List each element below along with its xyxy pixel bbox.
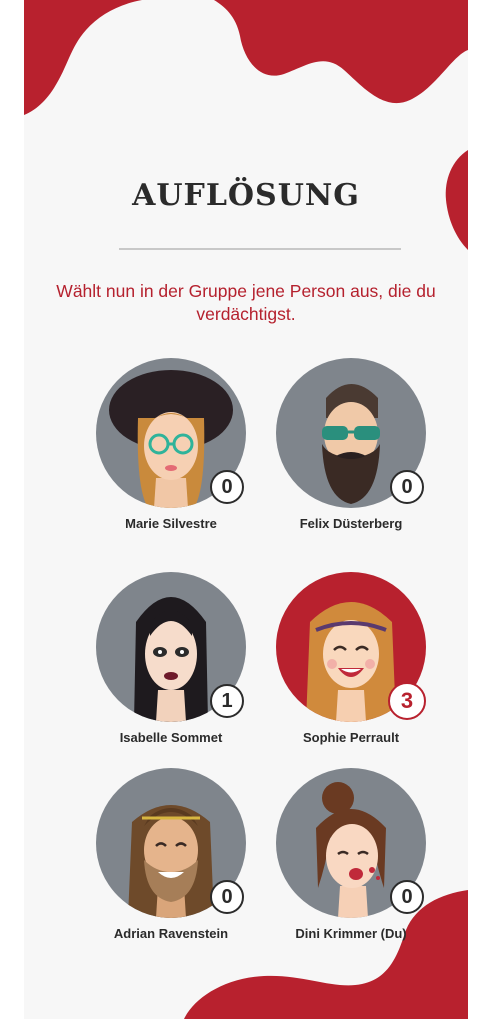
red-blob-top-right [214, 0, 468, 104]
player-name: Dini Krimmer (Du) [295, 926, 407, 941]
vote-count-badge: 0 [390, 880, 424, 914]
player-name: Sophie Perrault [302, 730, 400, 745]
page-title: AUFLÖSUNG [132, 178, 360, 213]
vote-count-badge: 0 [390, 470, 424, 504]
vote-count-badge: 1 [210, 684, 244, 718]
game-screen: AUFLÖSUNG Wählt nun in der Gruppe jene P… [24, 0, 468, 1019]
player-card-felix-duesterberg[interactable]: 0 Felix Düsterberg [264, 358, 434, 538]
player-name: Isabelle Sommet [119, 730, 223, 745]
player-name: Marie Silvestre [125, 516, 217, 531]
red-blob-top-left [24, 0, 142, 115]
player-card-dini-krimmer[interactable]: 0 Dini Krimmer (Du) [264, 768, 434, 948]
vote-count-badge: 0 [210, 880, 244, 914]
player-card-adrian-ravenstein[interactable]: 0 Adrian Ravenstein [84, 768, 254, 948]
player-card-isabelle-sommet[interactable]: 1 Isabelle Sommet [84, 572, 254, 752]
title-divider [119, 248, 401, 250]
vote-count-badge: 0 [210, 470, 244, 504]
instruction-text: Wählt nun in der Gruppe jene Person aus,… [56, 281, 436, 324]
vote-count-badge: 3 [388, 682, 426, 720]
player-name: Adrian Ravenstein [113, 926, 229, 941]
player-card-sophie-perrault[interactable]: 3 Sophie Perrault [264, 572, 434, 752]
player-name: Felix Düsterberg [299, 516, 403, 531]
player-card-marie-silvestre[interactable]: 0 Marie Silvestre [84, 358, 254, 538]
